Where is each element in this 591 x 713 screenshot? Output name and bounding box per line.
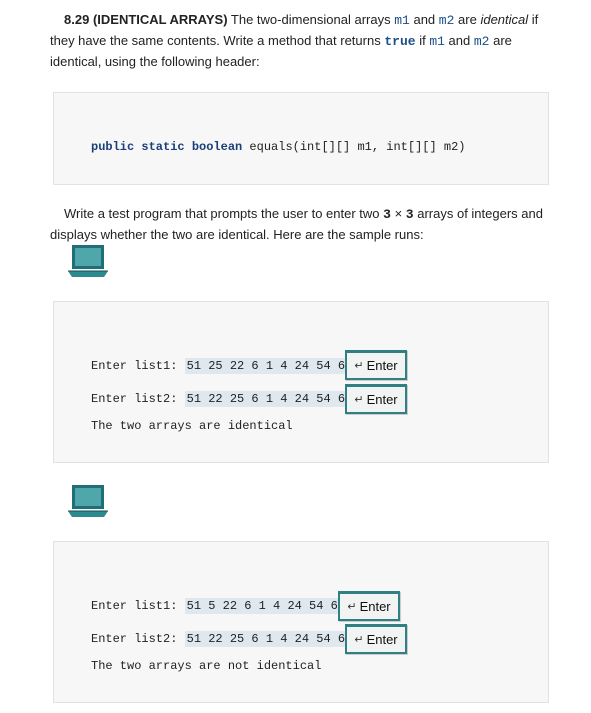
code-m1: m1 <box>429 34 445 49</box>
method-header-code-box: public static boolean equals(int[][] m1,… <box>53 92 549 185</box>
prompt: Enter list1: <box>91 599 185 613</box>
problem-text: if <box>419 33 426 48</box>
enter-key-button: ↵ Enter <box>338 591 400 621</box>
laptop-icon <box>68 485 108 517</box>
enter-label: Enter <box>359 599 391 614</box>
user-input: 51 5 22 6 1 4 24 54 6 <box>184 598 340 614</box>
enter-key-button: ↵ Enter <box>345 624 407 654</box>
run-result: The two arrays are identical <box>91 419 293 433</box>
code-true: true <box>384 34 416 49</box>
problem-number: 8.29 <box>64 12 90 27</box>
test-program-paragraph: Write a test program that prompts the us… <box>50 204 550 245</box>
sample-run-1: Enter list1: 51 25 22 6 1 4 24 54 6 ↵ Ent… <box>53 301 549 463</box>
run-line: Enter list2: 51 22 25 6 1 4 24 54 6 <box>91 391 348 407</box>
enter-label: Enter <box>366 392 398 407</box>
enter-arrow-icon: ↵ <box>354 634 364 646</box>
problem-text: The two-dimensional arrays <box>230 12 391 27</box>
user-input: 51 25 22 6 1 4 24 54 6 <box>184 358 348 374</box>
dimension: 3 <box>383 207 391 222</box>
enter-arrow-icon: ↵ <box>354 360 364 372</box>
code-signature: equals(int[][] m1, int[][] m2) <box>242 140 466 154</box>
times-sign: × <box>394 206 403 221</box>
run-result: The two arrays are not identical <box>91 659 322 673</box>
identical-term: identical <box>480 12 529 27</box>
problem-title: (IDENTICAL ARRAYS) <box>92 12 228 27</box>
prompt: Enter list2: <box>91 392 185 406</box>
code-m2: m2 <box>438 13 455 28</box>
problem-text: and <box>448 33 471 48</box>
sample-run-2: Enter list1: 51 5 22 6 1 4 24 54 6 ↵ Ente… <box>53 541 549 703</box>
enter-key-button: ↵ Enter <box>345 384 407 414</box>
enter-key-button: ↵ Enter <box>345 350 407 380</box>
code-m2: m2 <box>473 34 490 49</box>
problem-paragraph: 8.29 (IDENTICAL ARRAYS) The two-dimensio… <box>50 10 550 72</box>
run-line: Enter list1: 51 25 22 6 1 4 24 54 6 <box>91 358 348 374</box>
problem-text: are <box>458 12 477 27</box>
user-input: 51 22 25 6 1 4 24 54 6 <box>184 391 348 407</box>
method-header-code: public static boolean equals(int[][] m1,… <box>91 140 465 154</box>
problem-statement: 8.29 (IDENTICAL ARRAYS) The two-dimensio… <box>50 10 550 72</box>
prompt: Enter list1: <box>91 359 185 373</box>
code-m1: m1 <box>394 13 410 28</box>
code-modifiers: public static boolean <box>91 140 243 154</box>
laptop-icon <box>68 245 108 277</box>
enter-label: Enter <box>366 358 398 373</box>
enter-arrow-icon: ↵ <box>354 394 364 406</box>
user-input: 51 22 25 6 1 4 24 54 6 <box>184 631 348 647</box>
run-line: Enter list1: 51 5 22 6 1 4 24 54 6 <box>91 598 340 614</box>
para-text: Write a test program that prompts the us… <box>64 206 380 221</box>
prompt: Enter list2: <box>91 632 185 646</box>
test-program-text: Write a test program that prompts the us… <box>50 204 550 245</box>
problem-text: and <box>413 12 436 27</box>
run-line: Enter list2: 51 22 25 6 1 4 24 54 6 <box>91 631 348 647</box>
enter-arrow-icon: ↵ <box>347 601 357 613</box>
dimension: 3 <box>405 207 414 222</box>
enter-label: Enter <box>366 632 398 647</box>
